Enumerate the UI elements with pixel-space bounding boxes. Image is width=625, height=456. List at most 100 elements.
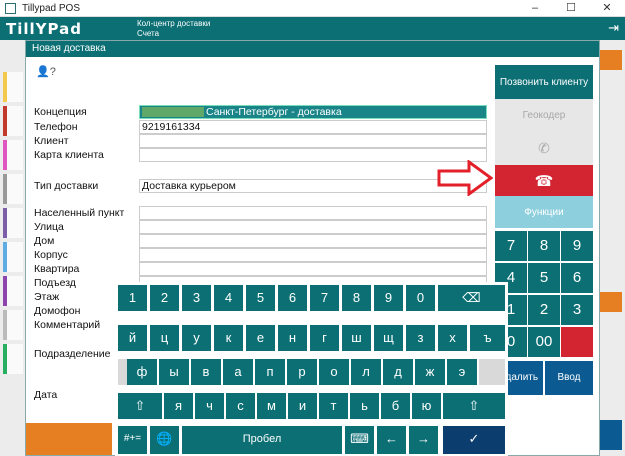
numpad-key-7[interactable]: 7	[495, 231, 527, 261]
key-letter[interactable]: щ	[374, 325, 403, 351]
key-letter[interactable]: ъ	[470, 325, 505, 351]
numpad-key-8[interactable]: 8	[528, 231, 560, 261]
phone-field[interactable]: 9219161334	[139, 120, 487, 134]
key-digit-0[interactable]: 0	[406, 285, 435, 311]
key-letter[interactable]: к	[214, 325, 243, 351]
key-digit-7[interactable]: 7	[310, 285, 339, 311]
building-field[interactable]	[139, 248, 487, 262]
header-title: Кол-центр доставки	[137, 19, 211, 28]
arrow-right-key[interactable]: →	[409, 426, 438, 454]
key-digit-4[interactable]: 4	[214, 285, 243, 311]
shift-key-right[interactable]: ⇧	[443, 393, 505, 419]
client-field[interactable]	[139, 134, 487, 148]
numpad-key-9[interactable]: 9	[561, 231, 593, 261]
hide-keyboard-key[interactable]: ⌨	[345, 426, 374, 454]
key-letter[interactable]: м	[257, 393, 286, 419]
call-client-button[interactable]: Позвонить клиенту	[495, 65, 593, 99]
key-letter[interactable]: б	[381, 393, 410, 419]
key-letter[interactable]: ц	[150, 325, 179, 351]
key-letter[interactable]: х	[438, 325, 467, 351]
background-order-list	[0, 40, 25, 456]
list-item[interactable]	[3, 140, 23, 170]
numpad-backspace[interactable]	[561, 327, 593, 357]
space-key[interactable]: Пробел	[182, 426, 342, 454]
shift-key[interactable]: ⇧	[118, 393, 162, 419]
numpad-key-5[interactable]: 5	[528, 263, 560, 293]
hangup-button[interactable]: ☎	[495, 165, 593, 196]
arrow-left-key[interactable]: ←	[377, 426, 406, 454]
key-letter[interactable]: у	[182, 325, 211, 351]
functions-button[interactable]: Функции	[495, 196, 593, 228]
key-letter[interactable]: ж	[415, 359, 445, 385]
confirm-key[interactable]: ✓	[443, 426, 505, 454]
list-item[interactable]	[3, 242, 23, 272]
key-digit-1[interactable]: 1	[118, 285, 147, 311]
numpad-key-2[interactable]: 2	[528, 295, 560, 325]
key-digit-3[interactable]: 3	[182, 285, 211, 311]
list-item[interactable]	[3, 174, 23, 204]
list-item[interactable]	[3, 276, 23, 306]
key-letter[interactable]: р	[287, 359, 317, 385]
enter-button[interactable]: Ввод	[545, 361, 593, 395]
key-letter[interactable]: ь	[350, 393, 379, 419]
minimize-button[interactable]: –	[517, 0, 553, 17]
language-key[interactable]: 🌐	[150, 426, 179, 454]
key-letter[interactable]: з	[406, 325, 435, 351]
key-letter[interactable]: ф	[127, 359, 157, 385]
close-button[interactable]: ✕	[589, 0, 625, 17]
numpad-key-3[interactable]: 3	[561, 295, 593, 325]
user-help-icon[interactable]: 👤?	[36, 65, 56, 78]
key-letter[interactable]: д	[383, 359, 413, 385]
delivery-type-field[interactable]: Доставка курьером	[139, 179, 487, 193]
maximize-button[interactable]: ☐	[553, 0, 589, 17]
key-letter[interactable]: э	[447, 359, 477, 385]
key-letter[interactable]: т	[319, 393, 348, 419]
key-digit-9[interactable]: 9	[374, 285, 403, 311]
list-item[interactable]	[3, 344, 23, 374]
backspace-key[interactable]: ⌫	[438, 285, 505, 311]
key-digit-6[interactable]: 6	[278, 285, 307, 311]
key-letter[interactable]: я	[164, 393, 193, 419]
keyboard-icon: ⌨	[350, 431, 369, 446]
list-item[interactable]	[3, 106, 23, 136]
key-letter[interactable]: ы	[159, 359, 189, 385]
key-letter[interactable]: и	[288, 393, 317, 419]
numpad-key-00[interactable]: 00	[528, 327, 560, 357]
key-letter[interactable]: е	[246, 325, 275, 351]
locality-field[interactable]	[139, 206, 487, 220]
key-digit-8[interactable]: 8	[342, 285, 371, 311]
concept-field[interactable]: Санкт-Петербург - доставка	[139, 105, 487, 119]
key-letter[interactable]: ч	[195, 393, 224, 419]
phone-pickup-button[interactable]: ✆	[495, 131, 593, 165]
key-digit-5[interactable]: 5	[246, 285, 275, 311]
key-letter[interactable]: в	[191, 359, 221, 385]
key-letter[interactable]: ш	[342, 325, 371, 351]
list-item[interactable]	[3, 72, 23, 102]
symbols-key[interactable]: #+=	[118, 426, 147, 454]
key-letter[interactable]: с	[226, 393, 255, 419]
label-client-card: Карта клиента	[34, 149, 104, 161]
key-letter[interactable]: н	[278, 325, 307, 351]
street-field[interactable]	[139, 220, 487, 234]
house-field[interactable]	[139, 234, 487, 248]
background-button	[600, 50, 622, 70]
key-letter[interactable]: й	[118, 325, 147, 351]
apartment-field[interactable]	[139, 262, 487, 276]
geocoder-button[interactable]: Геокодер	[495, 99, 593, 131]
list-item[interactable]	[3, 208, 23, 238]
key-letter[interactable]: ю	[412, 393, 441, 419]
exit-icon[interactable]: ⇥	[608, 20, 619, 36]
numpad-key-6[interactable]: 6	[561, 263, 593, 293]
orange-bottom-button[interactable]	[26, 423, 112, 455]
key-letter[interactable]: а	[223, 359, 253, 385]
list-item[interactable]	[3, 310, 23, 340]
key-letter[interactable]: о	[319, 359, 349, 385]
label-building: Корпус	[34, 249, 68, 261]
key-letter[interactable]: л	[351, 359, 381, 385]
label-floor: Этаж	[34, 291, 60, 303]
client-card-field[interactable]	[139, 148, 487, 162]
key-letter[interactable]: п	[255, 359, 285, 385]
shift-icon: ⇧	[468, 398, 480, 413]
key-letter[interactable]: г	[310, 325, 339, 351]
key-digit-2[interactable]: 2	[150, 285, 179, 311]
